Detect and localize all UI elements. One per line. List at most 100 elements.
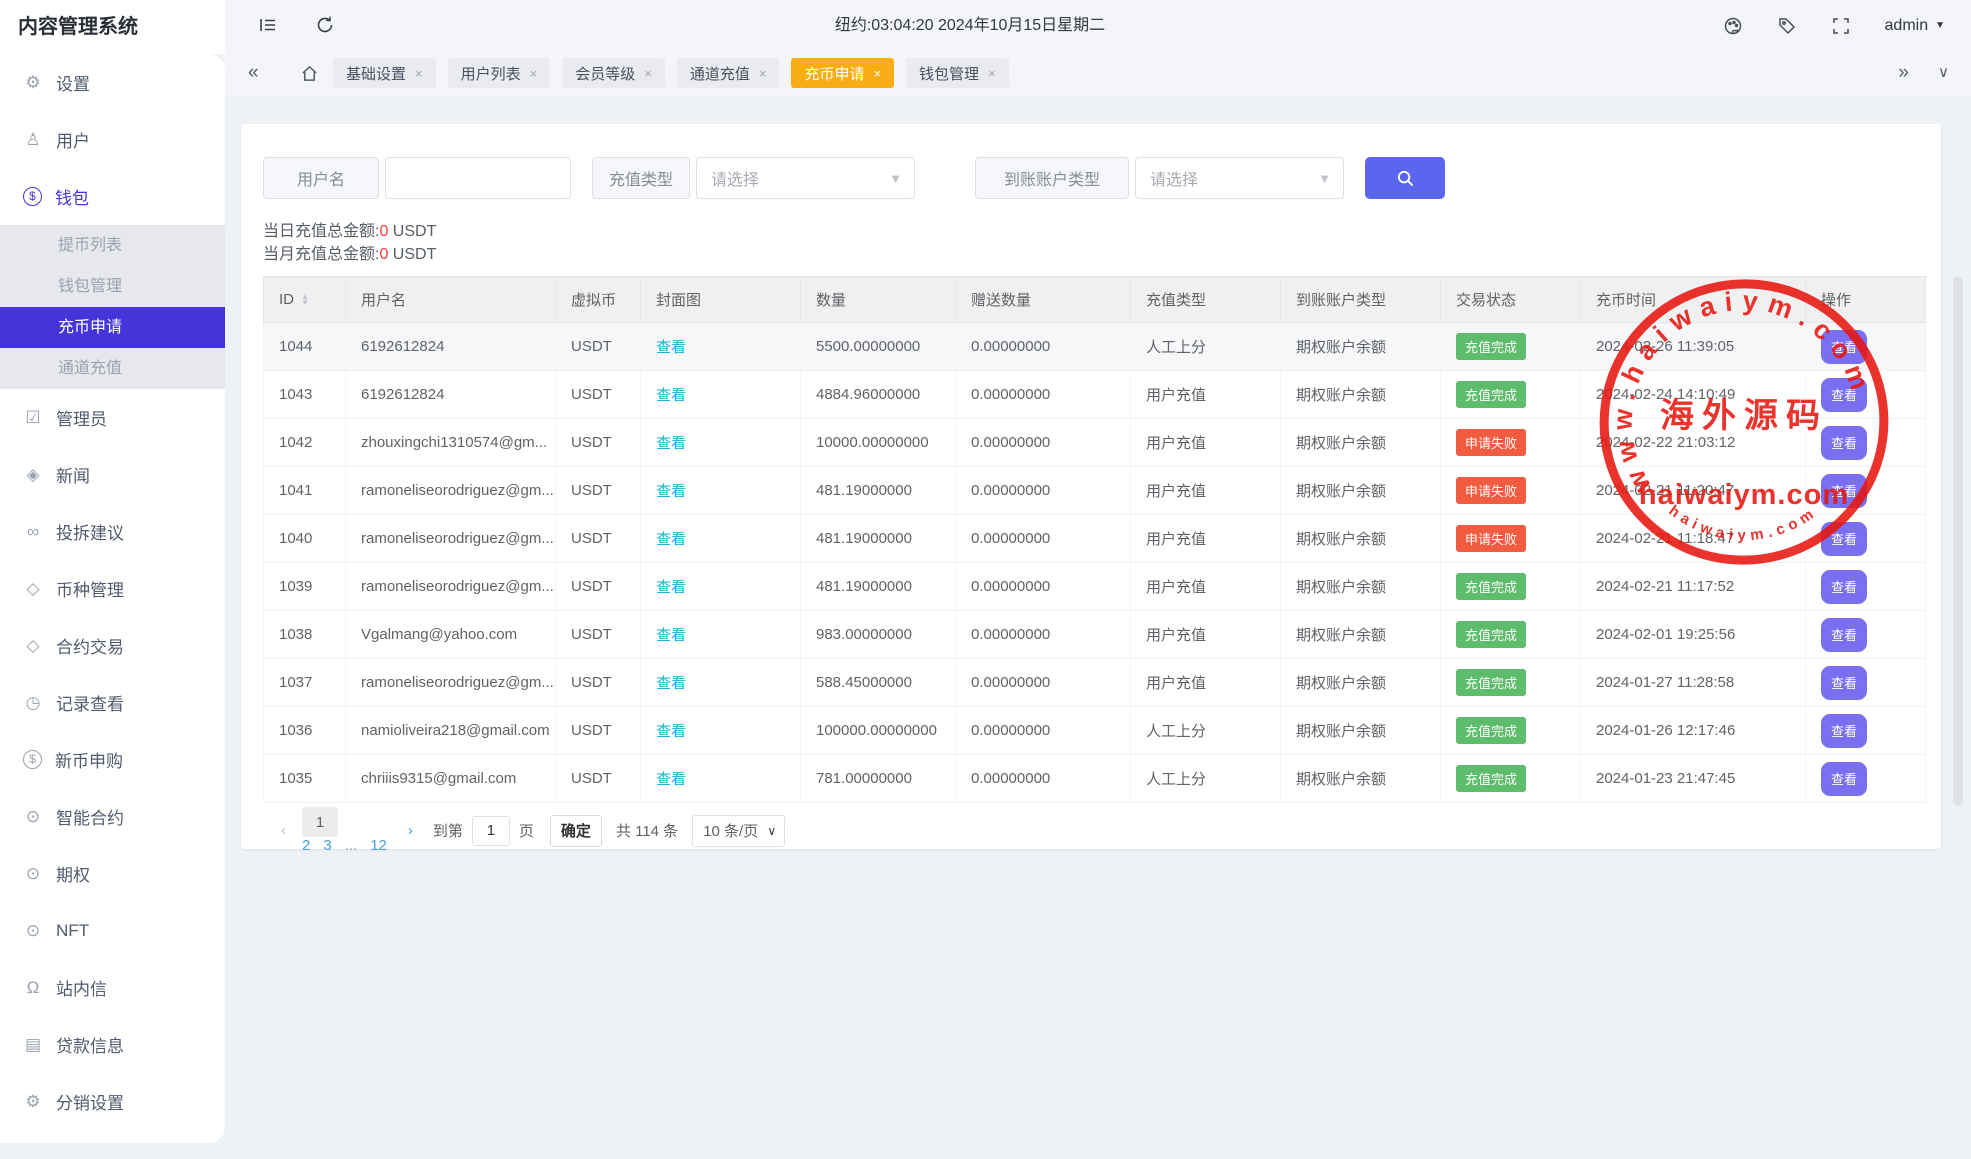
tab[interactable]: 用户列表 × <box>448 58 551 88</box>
account-type-select[interactable]: 请选择 ▼ <box>1135 157 1344 199</box>
cell-coin: USDT <box>556 419 641 467</box>
tab[interactable]: 会员等级 × <box>562 58 665 88</box>
gem-icon: ◇ <box>23 636 43 656</box>
sidebar-subitem[interactable]: 充币申请 <box>0 307 225 348</box>
gear-icon: ⚙ <box>23 1092 43 1112</box>
tabs-scroll-right-icon[interactable]: » <box>1898 51 1909 95</box>
pagination-page[interactable]: 3 <box>323 837 331 854</box>
theme-palette-icon[interactable] <box>1723 16 1743 36</box>
row-view-button[interactable]: 查看 <box>1821 618 1867 652</box>
row-view-button[interactable]: 查看 <box>1821 426 1867 460</box>
cover-view-link[interactable]: 查看 <box>656 627 686 644</box>
account-type-select-value: 请选择 <box>1150 166 1198 190</box>
sidebar-item[interactable]: ∞ 投拆建议 <box>0 503 225 560</box>
cover-view-link[interactable]: 查看 <box>656 531 686 548</box>
row-view-button[interactable]: 查看 <box>1821 570 1867 604</box>
cell-time: 2024-01-26 12:17:46 <box>1581 707 1806 755</box>
scrollbar-thumb[interactable] <box>1953 276 1963 806</box>
table-row: 1040 ramoneliseorodriguez@gm... USDT 查看 … <box>264 515 1926 563</box>
tabs-menu-icon[interactable]: ∨ <box>1938 51 1949 95</box>
username-filter-input[interactable] <box>385 157 571 199</box>
cover-view-link[interactable]: 查看 <box>656 387 686 404</box>
pagination-page[interactable]: 1 <box>302 807 338 837</box>
column-header[interactable]: ID▲▼ <box>264 277 346 323</box>
cover-view-link[interactable]: 查看 <box>656 723 686 740</box>
tab-close-icon[interactable]: × <box>988 66 996 81</box>
pagination-prev-icon[interactable]: ‹ <box>281 822 286 839</box>
sidebar-item[interactable]: $ 钱包 <box>0 168 225 225</box>
tab-close-icon[interactable]: × <box>873 66 881 81</box>
sidebar-item[interactable]: ⊙ NFT <box>0 902 225 959</box>
sidebar-subitem[interactable]: 钱包管理 <box>0 266 225 307</box>
cell-coin: USDT <box>556 467 641 515</box>
tab[interactable]: 通道充值 × <box>677 58 780 88</box>
cover-view-link[interactable]: 查看 <box>656 435 686 452</box>
confirm-button[interactable]: 确定 <box>550 815 602 847</box>
sidebar-item[interactable]: ◇ 合约交易 <box>0 617 225 674</box>
sidebar-subitem[interactable]: 通道充值 <box>0 348 225 389</box>
column-header: 赠送数量 <box>956 277 1131 323</box>
cover-view-link[interactable]: 查看 <box>656 339 686 356</box>
recharge-type-select[interactable]: 请选择 ▼ <box>696 157 915 199</box>
sidebar-item[interactable]: ♙ 用户 <box>0 111 225 168</box>
status-badge: 申请失败 <box>1456 477 1526 504</box>
tab-close-icon[interactable]: × <box>415 66 423 81</box>
cover-view-link[interactable]: 查看 <box>656 771 686 788</box>
sidebar-item[interactable]: ◷ 记录查看 <box>0 674 225 731</box>
row-view-button[interactable]: 查看 <box>1821 714 1867 748</box>
recharge-type-select-value: 请选择 <box>711 166 759 190</box>
sidebar-item[interactable]: ⊙ 期权 <box>0 845 225 902</box>
user-menu[interactable]: admin ▼ <box>1885 17 1945 35</box>
row-view-button[interactable]: 查看 <box>1821 762 1867 796</box>
cell-bonus: 0.00000000 <box>956 467 1131 515</box>
sidebar-item[interactable]: ▤ 贷款信息 <box>0 1016 225 1073</box>
row-view-button[interactable]: 查看 <box>1821 522 1867 556</box>
cell-account-type: 期权账户余额 <box>1281 419 1441 467</box>
row-view-button[interactable]: 查看 <box>1821 474 1867 508</box>
cell-username: Vgalmang@yahoo.com <box>346 611 556 659</box>
tag-icon[interactable] <box>1777 16 1797 36</box>
tab-close-icon[interactable]: × <box>644 66 652 81</box>
page-size-select[interactable]: 10 条/页 ∨ <box>692 815 785 847</box>
sidebar-item[interactable]: ◈ 新闻 <box>0 446 225 503</box>
sidebar-item[interactable]: $ 新币申购 <box>0 731 225 788</box>
cell-coin: USDT <box>556 659 641 707</box>
tab-close-icon[interactable]: × <box>759 66 767 81</box>
sidebar-item[interactable]: ⚙ 分销设置 <box>0 1073 225 1130</box>
circle-icon: ⊙ <box>23 921 43 941</box>
cell-bonus: 0.00000000 <box>956 515 1131 563</box>
row-view-button[interactable]: 查看 <box>1821 330 1867 364</box>
cell-id: 1036 <box>264 707 346 755</box>
tab[interactable]: 钱包管理 × <box>906 58 1009 88</box>
cell-username: ramoneliseorodriguez@gm... <box>346 659 556 707</box>
table-row: 1041 ramoneliseorodriguez@gm... USDT 查看 … <box>264 467 1926 515</box>
cell-account-type: 期权账户余额 <box>1281 371 1441 419</box>
row-view-button[interactable]: 查看 <box>1821 666 1867 700</box>
sidebar-item[interactable]: ☑ 管理员 <box>0 389 225 446</box>
cover-view-link[interactable]: 查看 <box>656 579 686 596</box>
cover-view-link[interactable]: 查看 <box>656 675 686 692</box>
search-button[interactable] <box>1365 157 1445 199</box>
sidebar-item[interactable]: ⚙ 设置 <box>0 54 225 111</box>
home-icon[interactable] <box>300 64 319 83</box>
tab[interactable]: 充币申请 × <box>791 58 894 88</box>
tab[interactable]: 基础设置 × <box>333 58 436 88</box>
sidebar-item[interactable]: ⊙ 智能合约 <box>0 788 225 845</box>
sidebar-item[interactable]: ◇ 币种管理 <box>0 560 225 617</box>
cell-amount: 10000.00000000 <box>801 419 956 467</box>
sidebar-item[interactable]: Ω 站内信 <box>0 959 225 1016</box>
pagination-page[interactable]: 2 <box>302 837 310 854</box>
fullscreen-icon[interactable] <box>1831 16 1851 36</box>
cell-coin: USDT <box>556 563 641 611</box>
pagination-next-icon[interactable]: › <box>408 822 413 839</box>
tab-close-icon[interactable]: × <box>530 66 538 81</box>
jump-page-input[interactable] <box>472 816 510 846</box>
filter-bar: 用户名 充值类型 请选择 ▼ 到账账户类型 请选择 ▼ <box>263 157 1445 199</box>
tabs-scroll-left-icon[interactable]: « <box>248 51 259 95</box>
pagination-page[interactable]: 12 <box>370 837 387 854</box>
cover-view-link[interactable]: 查看 <box>656 483 686 500</box>
sidebar-subitem[interactable]: 提币列表 <box>0 225 225 266</box>
row-view-button[interactable]: 查看 <box>1821 378 1867 412</box>
sort-icon[interactable]: ▲▼ <box>301 294 309 306</box>
cell-time: 2024-02-24 14:10:49 <box>1581 371 1806 419</box>
